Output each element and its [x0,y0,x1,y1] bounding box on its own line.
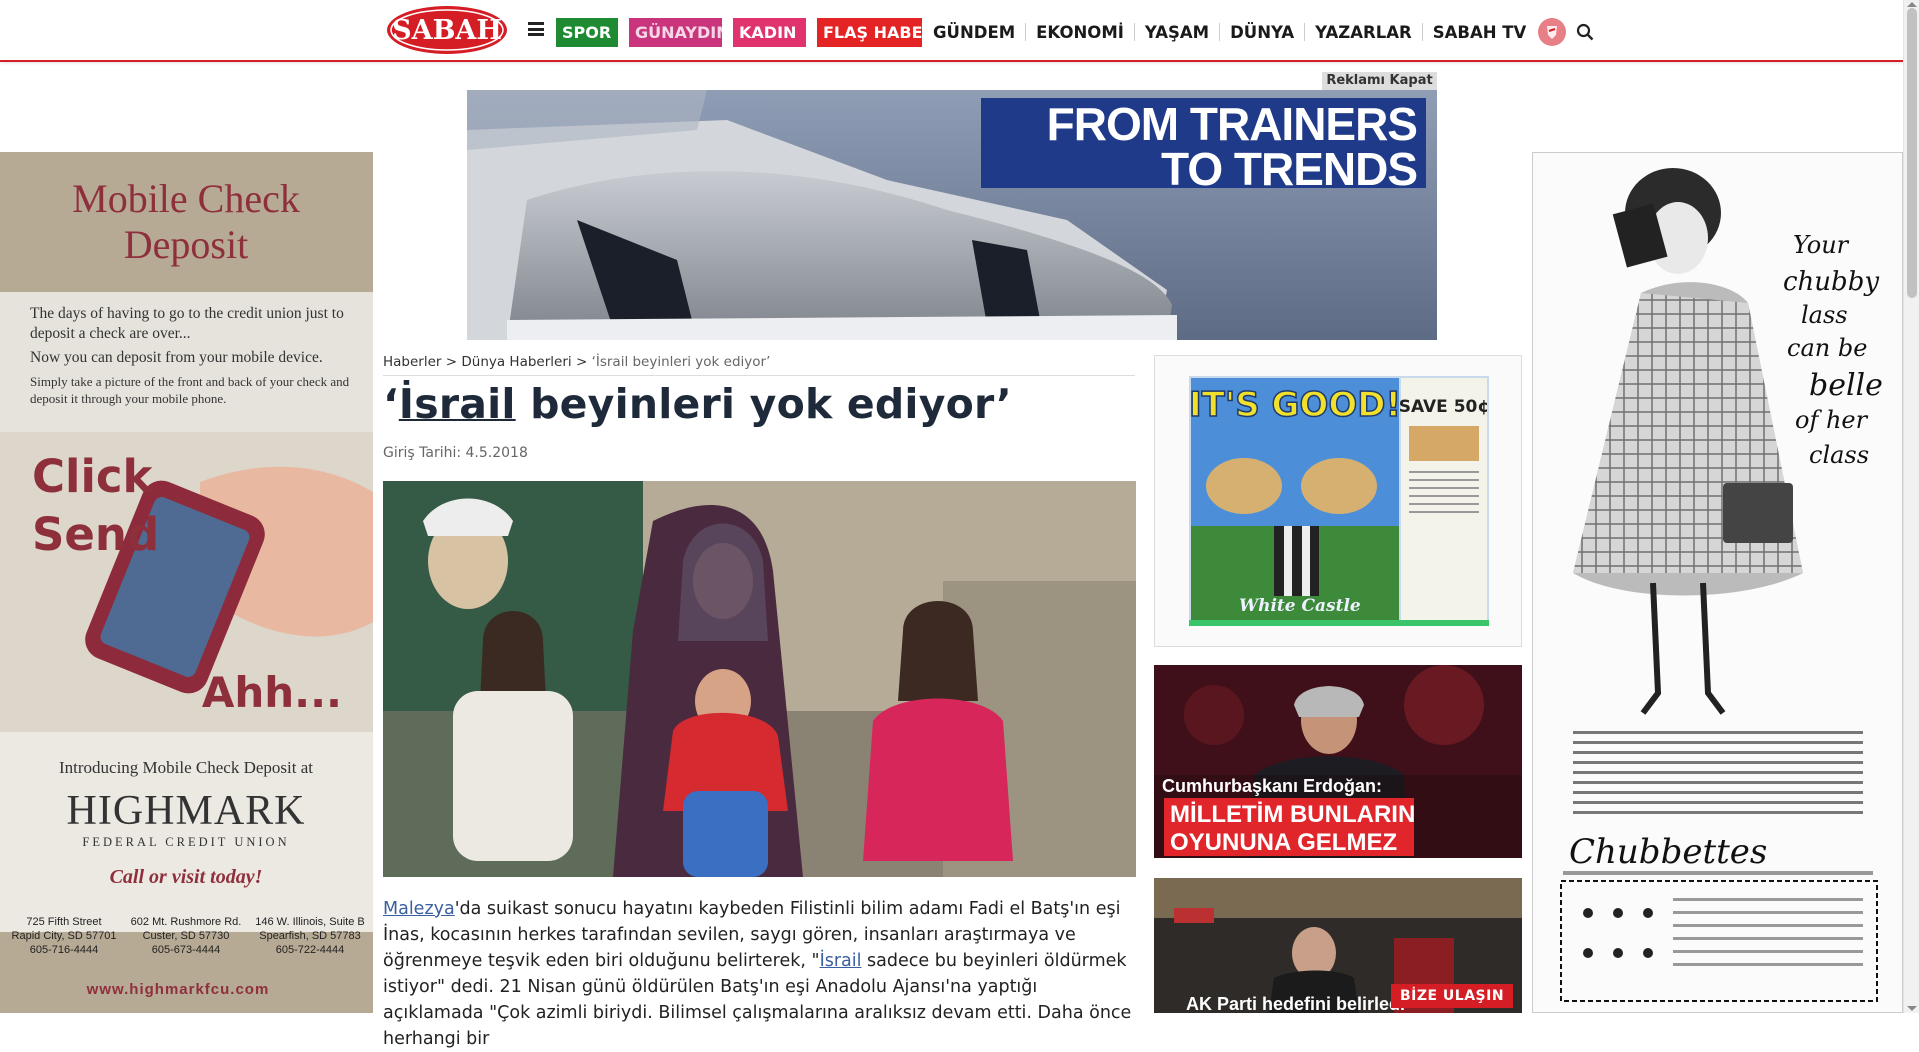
title-open-quote: ‘ [383,380,399,428]
body-link-malezya[interactable]: Malezya [383,899,455,919]
ad-ahh-text: Ahh... [202,668,342,717]
ad-script-3: lass [1801,301,1848,329]
scroll-up-icon[interactable] [1907,2,1917,7]
ad-script-4: can be [1787,334,1867,362]
article-title: ‘İsrail beyinleri yok ediyor’ [383,380,1012,428]
logo-text: SABAH [392,15,502,46]
nav-divider [1219,23,1221,41]
breadcrumb-section[interactable]: Dünya Haberleri [461,354,571,370]
shield-badge-icon[interactable] [1538,18,1567,46]
ad-paragraph-3: Simply take a picture of the front and b… [30,374,350,406]
nav-divider [1421,23,1423,41]
nav-link-dunya[interactable]: DÜNYA [1230,23,1294,42]
ad-script-5: belle [1809,368,1883,403]
scroll-down-icon[interactable] [1907,1006,1917,1011]
branch-2-line-3: 605-673-4444 [152,944,221,956]
rc-ad-brand: White Castle [1239,596,1361,616]
ad-click-text: Click [32,450,154,503]
nav-link-sabah-tv[interactable]: SABAH TV [1433,23,1527,42]
branch-1-line-3: 605-716-4444 [30,944,99,956]
nav-link-yasam[interactable]: YAŞAM [1145,23,1209,42]
nav-divider [1025,23,1027,41]
left-skyscraper-ad[interactable]: Mobile Check Deposit The days of having … [0,152,373,1013]
ad-script-6: of her [1795,406,1869,434]
article-photo [383,481,1136,877]
top-banner-ad[interactable]: FROM TRAINERS TO TRENDS [467,90,1437,340]
news1-kicker: Cumhurbaşkanı Erdoğan: [1162,776,1382,796]
ad-title-2: Deposit [124,222,248,267]
breadcrumb-current: ‘İsrail beyinleri yok ediyor’ [591,354,771,370]
ad-title-1: Mobile Check [72,176,300,221]
news1-line-1: MİLLETİM BUNLARIN [1170,801,1415,828]
nav-divider [1304,23,1306,41]
nav-pill-flas-haber[interactable]: FLAŞ HABER [817,17,922,47]
ad-brand-text: HIGHMARK [67,788,306,834]
branch-1-line-2: Rapid City, SD 57701 [12,930,117,942]
body-link-israil[interactable]: İsrail [820,951,862,971]
ad-paragraph-1: The days of having to go to the credit u… [30,305,344,342]
sidebar-news-card[interactable]: Cumhurbaşkanı Erdoğan: MİLLETİM BUNLARIN… [1154,665,1522,858]
article-body: Malezya'da suikast sonucu hayatını kaybe… [383,896,1135,1052]
news1-line-2: OYUNUNA GELMEZ [1170,829,1397,856]
nav-pill-spor[interactable]: SPOR [556,17,618,47]
branch-3-line-1: 146 W. Illinois, Suite B [255,916,364,928]
branch-2-line-2: Custer, SD 57730 [143,930,230,942]
breadcrumb-separator: > [445,354,458,370]
search-icon[interactable] [1576,23,1594,41]
branch-1-line-1: 725 Fifth Street [26,916,101,928]
ad-script-2: chubby [1783,267,1879,297]
nav-pill-kadin[interactable]: KADIN [733,17,806,47]
news2-headline: AK Parti hedefini belirledi [1186,994,1405,1013]
menu-icon[interactable] [528,22,544,36]
breadcrumb-separator: > [575,354,588,370]
title-rest: beyinleri yok ediyor’ [515,380,1012,428]
breadcrumb-home[interactable]: Haberler [383,354,441,370]
nav-divider [1133,23,1135,41]
nav-link-yazarlar[interactable]: YAZARLAR [1315,23,1412,42]
contact-us-button[interactable]: BİZE ULAŞIN [1391,984,1513,1008]
ad-script-1: Your [1793,231,1850,259]
ad-script-7: class [1809,441,1869,469]
banner-headline-2: TO TRENDS [1161,143,1417,195]
ad-brand-chubbettes: Chubbettes [1569,832,1767,872]
breadcrumb-divider [383,375,1135,376]
nav-link-ekonomi[interactable]: EKONOMİ [1036,23,1124,42]
nav-link-gundem[interactable]: GÜNDEM [933,23,1015,42]
ad-intro-text: Introducing Mobile Check Deposit at [59,758,313,777]
site-header: SABAH SPOR GÜNAYDIN KADIN FLAŞ HABER GÜN… [0,0,1903,62]
rc-ad-headline: IT'S GOOD! [1189,385,1401,425]
close-ad-button[interactable]: Reklamı Kapat [1322,72,1437,90]
main-nav: SPOR GÜNAYDIN KADIN FLAŞ HABER GÜNDEM EK… [556,17,1594,47]
ad-url-text: www.highmarkfcu.com [86,981,270,998]
page-scrollbar[interactable] [1903,0,1919,1013]
ad-brand-sub: FEDERAL CREDIT UNION [82,835,289,849]
scrollbar-thumb[interactable] [1907,8,1917,298]
breadcrumb: Haberler > Dünya Haberleri > ‘İsrail bey… [383,354,770,370]
rc-ad-save: SAVE 50¢ [1399,397,1489,417]
ad-send-text: Send [32,508,159,561]
sabah-logo[interactable]: SABAH [385,2,509,56]
branch-3-line-2: Spearfish, SD 57783 [259,930,361,942]
nav-pill-gunaydin[interactable]: GÜNAYDIN [629,17,722,47]
ad-paragraph-2: Now you can deposit from your mobile dev… [30,349,323,366]
branch-3-line-3: 605-722-4444 [276,944,345,956]
ad-cta-text: Call or visit today! [110,866,263,888]
publish-date: Giriş Tarihi: 4.5.2018 [383,445,528,461]
branch-2-line-1: 602 Mt. Rushmore Rd. [131,916,242,928]
sidebar-ad[interactable]: IT'S GOOD! SAVE 50¢ White Castle [1154,355,1522,647]
title-link-israil[interactable]: İsrail [399,380,516,428]
right-skyscraper-ad[interactable]: Your chubby lass can be belle of her cla… [1532,152,1903,1013]
